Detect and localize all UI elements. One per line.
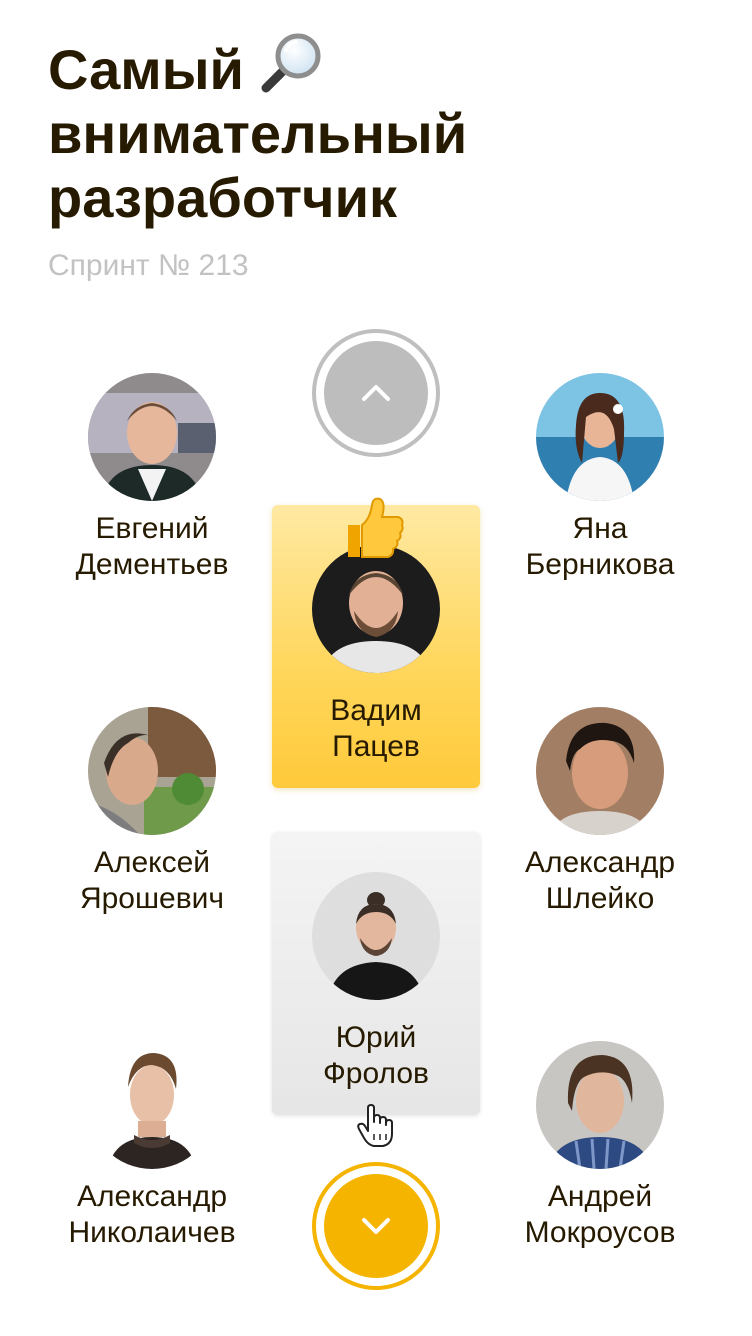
- title-line-3: разработчик: [48, 166, 398, 229]
- chevron-up-icon: [362, 385, 390, 401]
- person-andrey-mokrousov[interactable]: Андрей Мокроусов: [480, 1041, 720, 1251]
- thumbs-up-icon: [336, 493, 408, 565]
- person-name: Александр Николаичев: [68, 1180, 236, 1249]
- person-aleksandr-nikolaichev[interactable]: Александр Николаичев: [32, 1041, 272, 1251]
- person-name: Евгений Дементьев: [75, 512, 229, 581]
- avatar: [312, 872, 440, 1000]
- selected-card[interactable]: Юрий Фролов: [272, 832, 480, 1115]
- person-name: Алексей Ярошевич: [79, 846, 225, 915]
- person-evgeny-dementyev[interactable]: Евгений Дементьев: [32, 373, 272, 583]
- page-title: Самый внимательный разработчик: [48, 33, 608, 230]
- winner-name: Вадим Пацев: [330, 694, 422, 763]
- title-line-2: внимательный: [48, 102, 468, 165]
- selected-name: Юрий Фролов: [323, 1021, 429, 1090]
- title-line-1: Самый: [48, 38, 244, 101]
- scroll-down-button-face: [324, 1174, 428, 1278]
- hand-cursor-icon: [356, 1104, 396, 1148]
- person-name: Андрей Мокроусов: [524, 1180, 676, 1249]
- scroll-up-button-face: [324, 341, 428, 445]
- scroll-up-button[interactable]: [312, 329, 440, 457]
- person-name: Яна Берникова: [525, 512, 675, 581]
- avatar: [88, 1041, 216, 1169]
- chevron-down-icon: [362, 1218, 390, 1234]
- person-name: Александр Шлейко: [524, 846, 676, 915]
- avatar: [536, 707, 664, 835]
- avatar: [536, 373, 664, 501]
- person-yana-bernikova[interactable]: Яна Берникова: [480, 373, 720, 583]
- magnifying-glass-icon: [260, 30, 324, 94]
- person-aleksey-yaroshevich[interactable]: Алексей Ярошевич: [32, 707, 272, 917]
- person-aleksandr-shleyko[interactable]: Александр Шлейко: [480, 707, 720, 917]
- sprint-subtitle: Спринт № 213: [48, 249, 249, 282]
- avatar: [88, 373, 216, 501]
- avatar: [536, 1041, 664, 1169]
- avatar: [88, 707, 216, 835]
- scroll-down-button[interactable]: [312, 1162, 440, 1290]
